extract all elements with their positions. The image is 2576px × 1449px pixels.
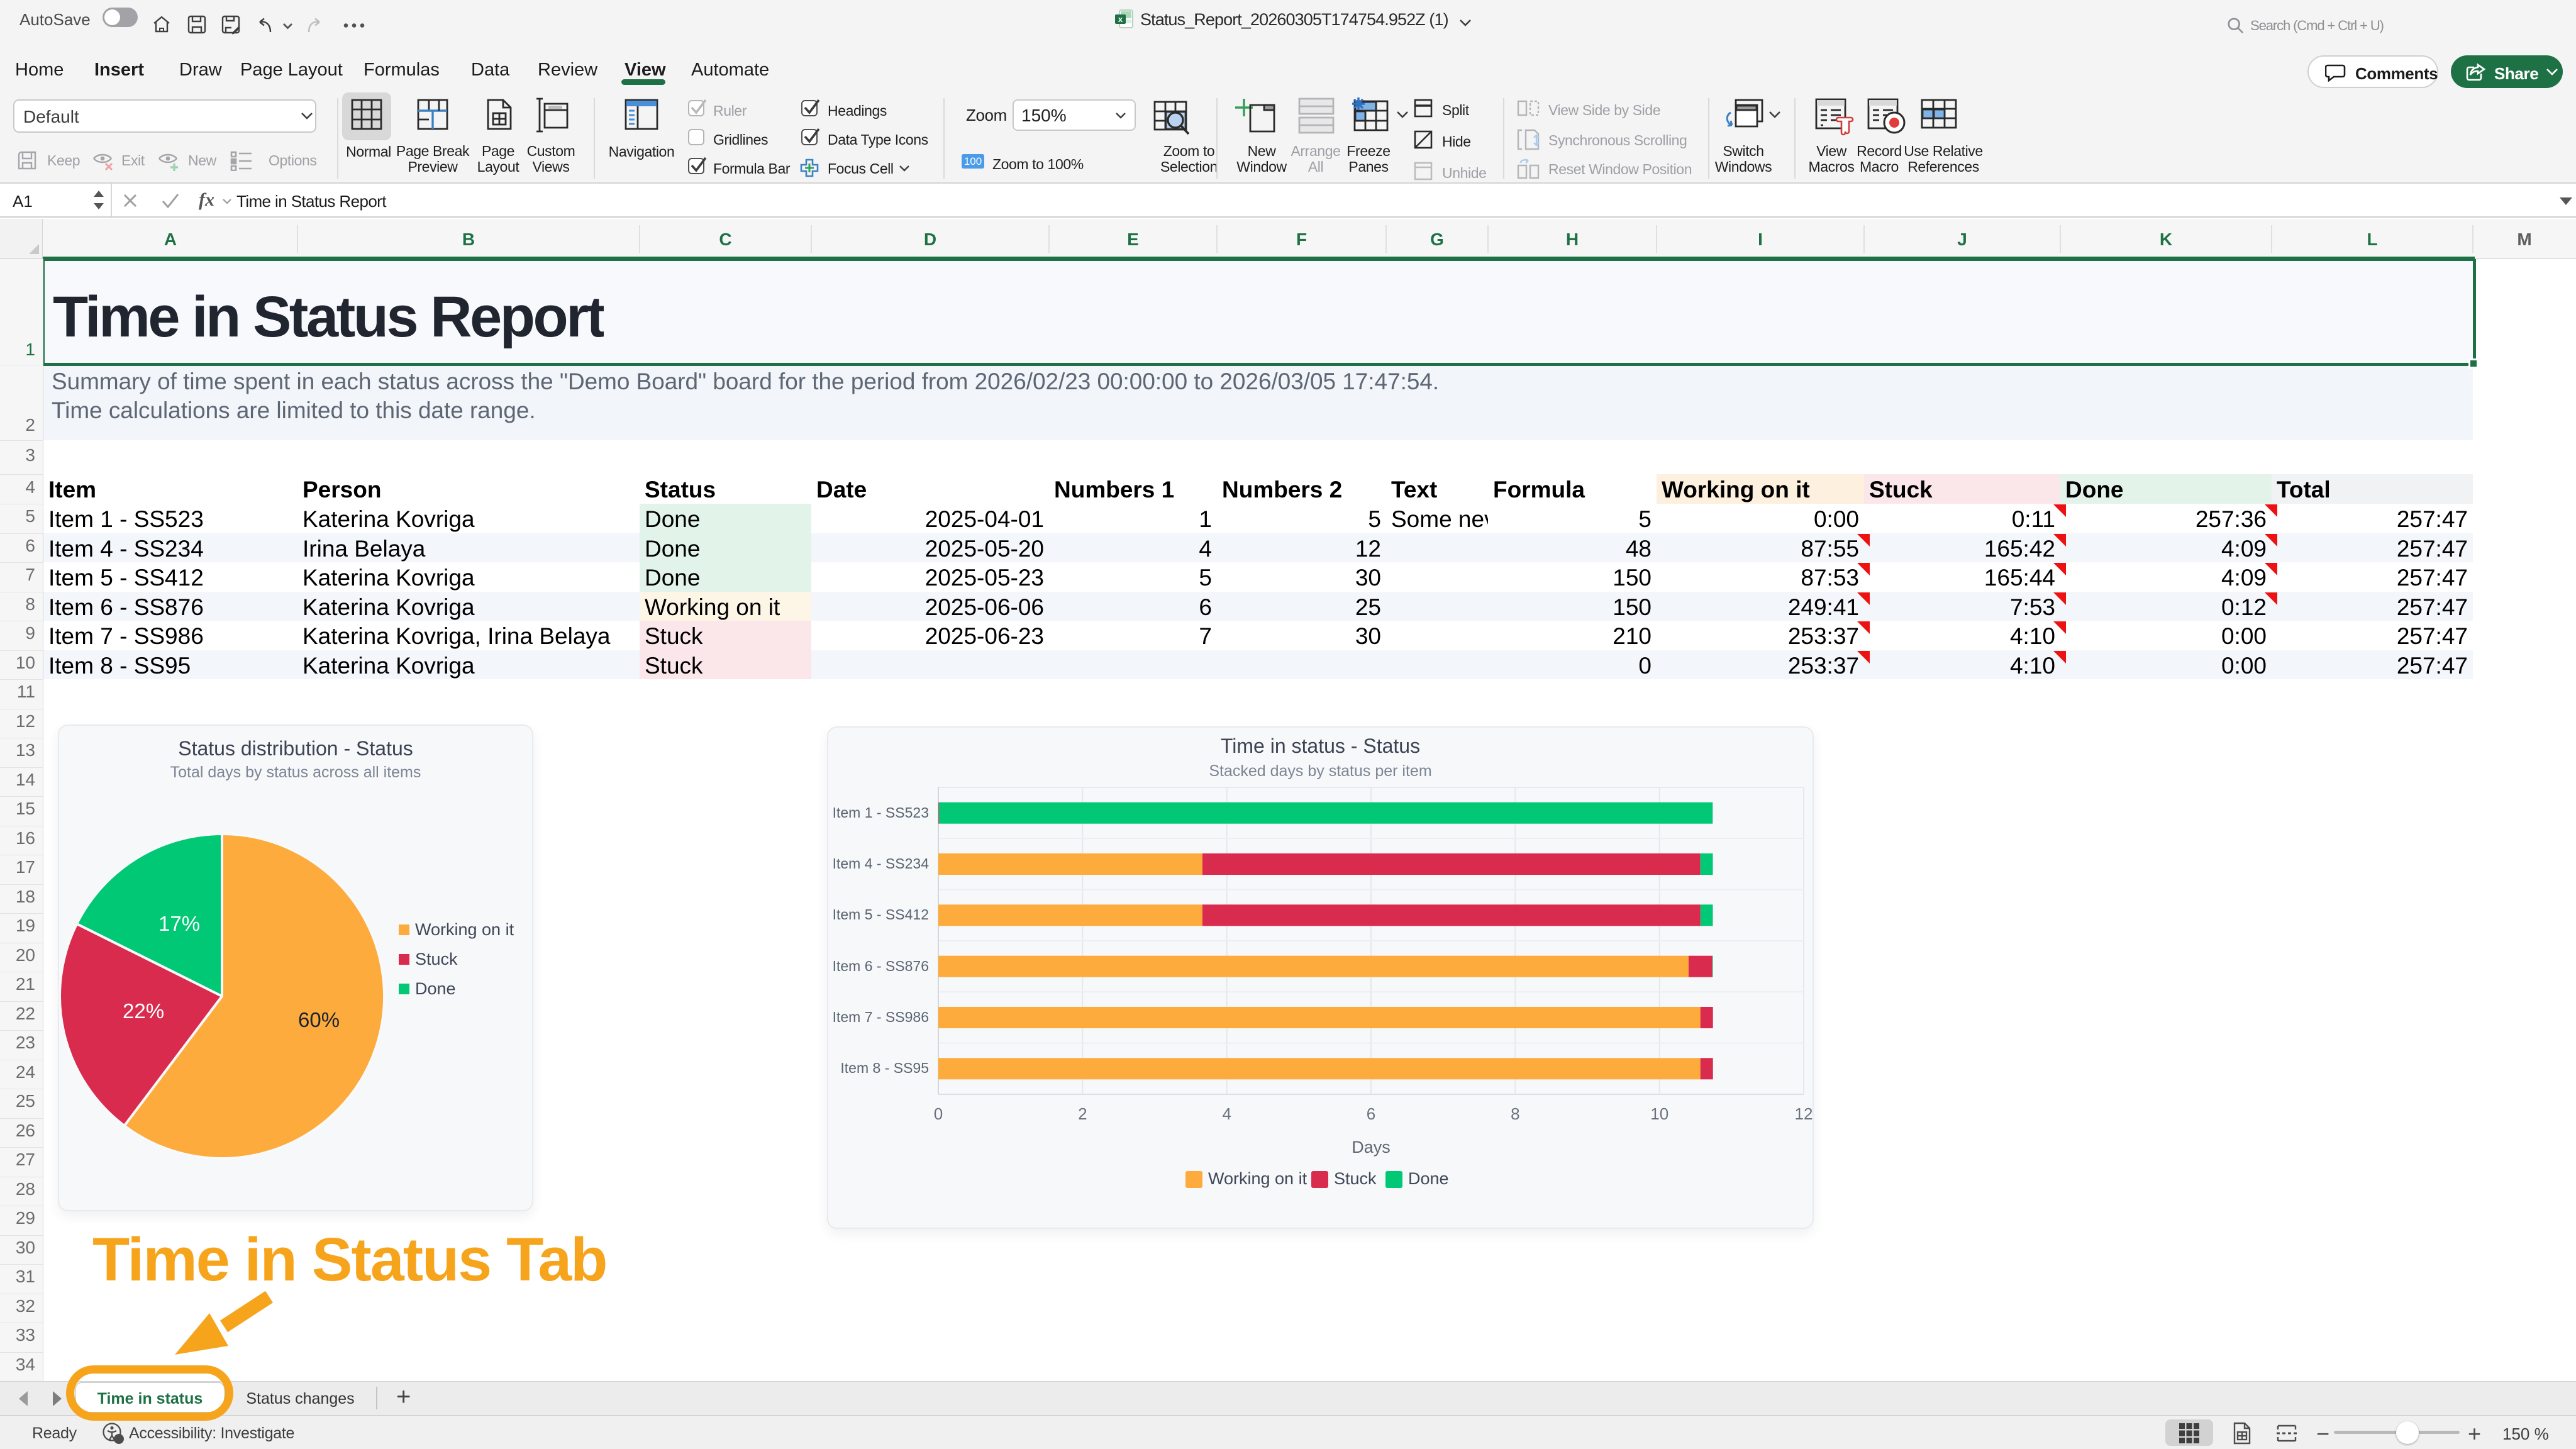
svg-text:Working on it: Working on it: [415, 920, 514, 939]
svg-text:Stuck: Stuck: [1334, 1169, 1377, 1188]
svg-text:6: 6: [1367, 1104, 1375, 1123]
svg-text:12: 12: [1795, 1104, 1813, 1123]
svg-text:Working on it: Working on it: [1208, 1169, 1307, 1188]
svg-text:!: !: [118, 1435, 120, 1444]
svg-text:Done: Done: [1408, 1169, 1449, 1188]
svg-text:Item 1 - SS523: Item 1 - SS523: [833, 804, 929, 821]
svg-text:2: 2: [1078, 1104, 1087, 1123]
svg-text:x: x: [1118, 14, 1123, 24]
svg-text:17%: 17%: [158, 912, 200, 935]
svg-text:8: 8: [1511, 1104, 1519, 1123]
svg-text:Item 6 - SS876: Item 6 - SS876: [833, 958, 929, 974]
svg-text:Item 7 - SS986: Item 7 - SS986: [833, 1009, 929, 1025]
svg-text:Item 8 - SS95: Item 8 - SS95: [840, 1060, 929, 1076]
svg-text:22%: 22%: [123, 999, 164, 1023]
svg-text:Days: Days: [1352, 1138, 1391, 1157]
svg-text:0: 0: [934, 1104, 943, 1123]
svg-text:Stuck: Stuck: [415, 950, 458, 969]
svg-text:4: 4: [1222, 1104, 1231, 1123]
svg-text:Done: Done: [415, 979, 456, 998]
svg-text:Item 4 - SS234: Item 4 - SS234: [833, 855, 930, 872]
svg-text:60%: 60%: [298, 1008, 340, 1031]
svg-text:Item 5 - SS412: Item 5 - SS412: [833, 906, 929, 923]
svg-text:10: 10: [1650, 1104, 1668, 1123]
